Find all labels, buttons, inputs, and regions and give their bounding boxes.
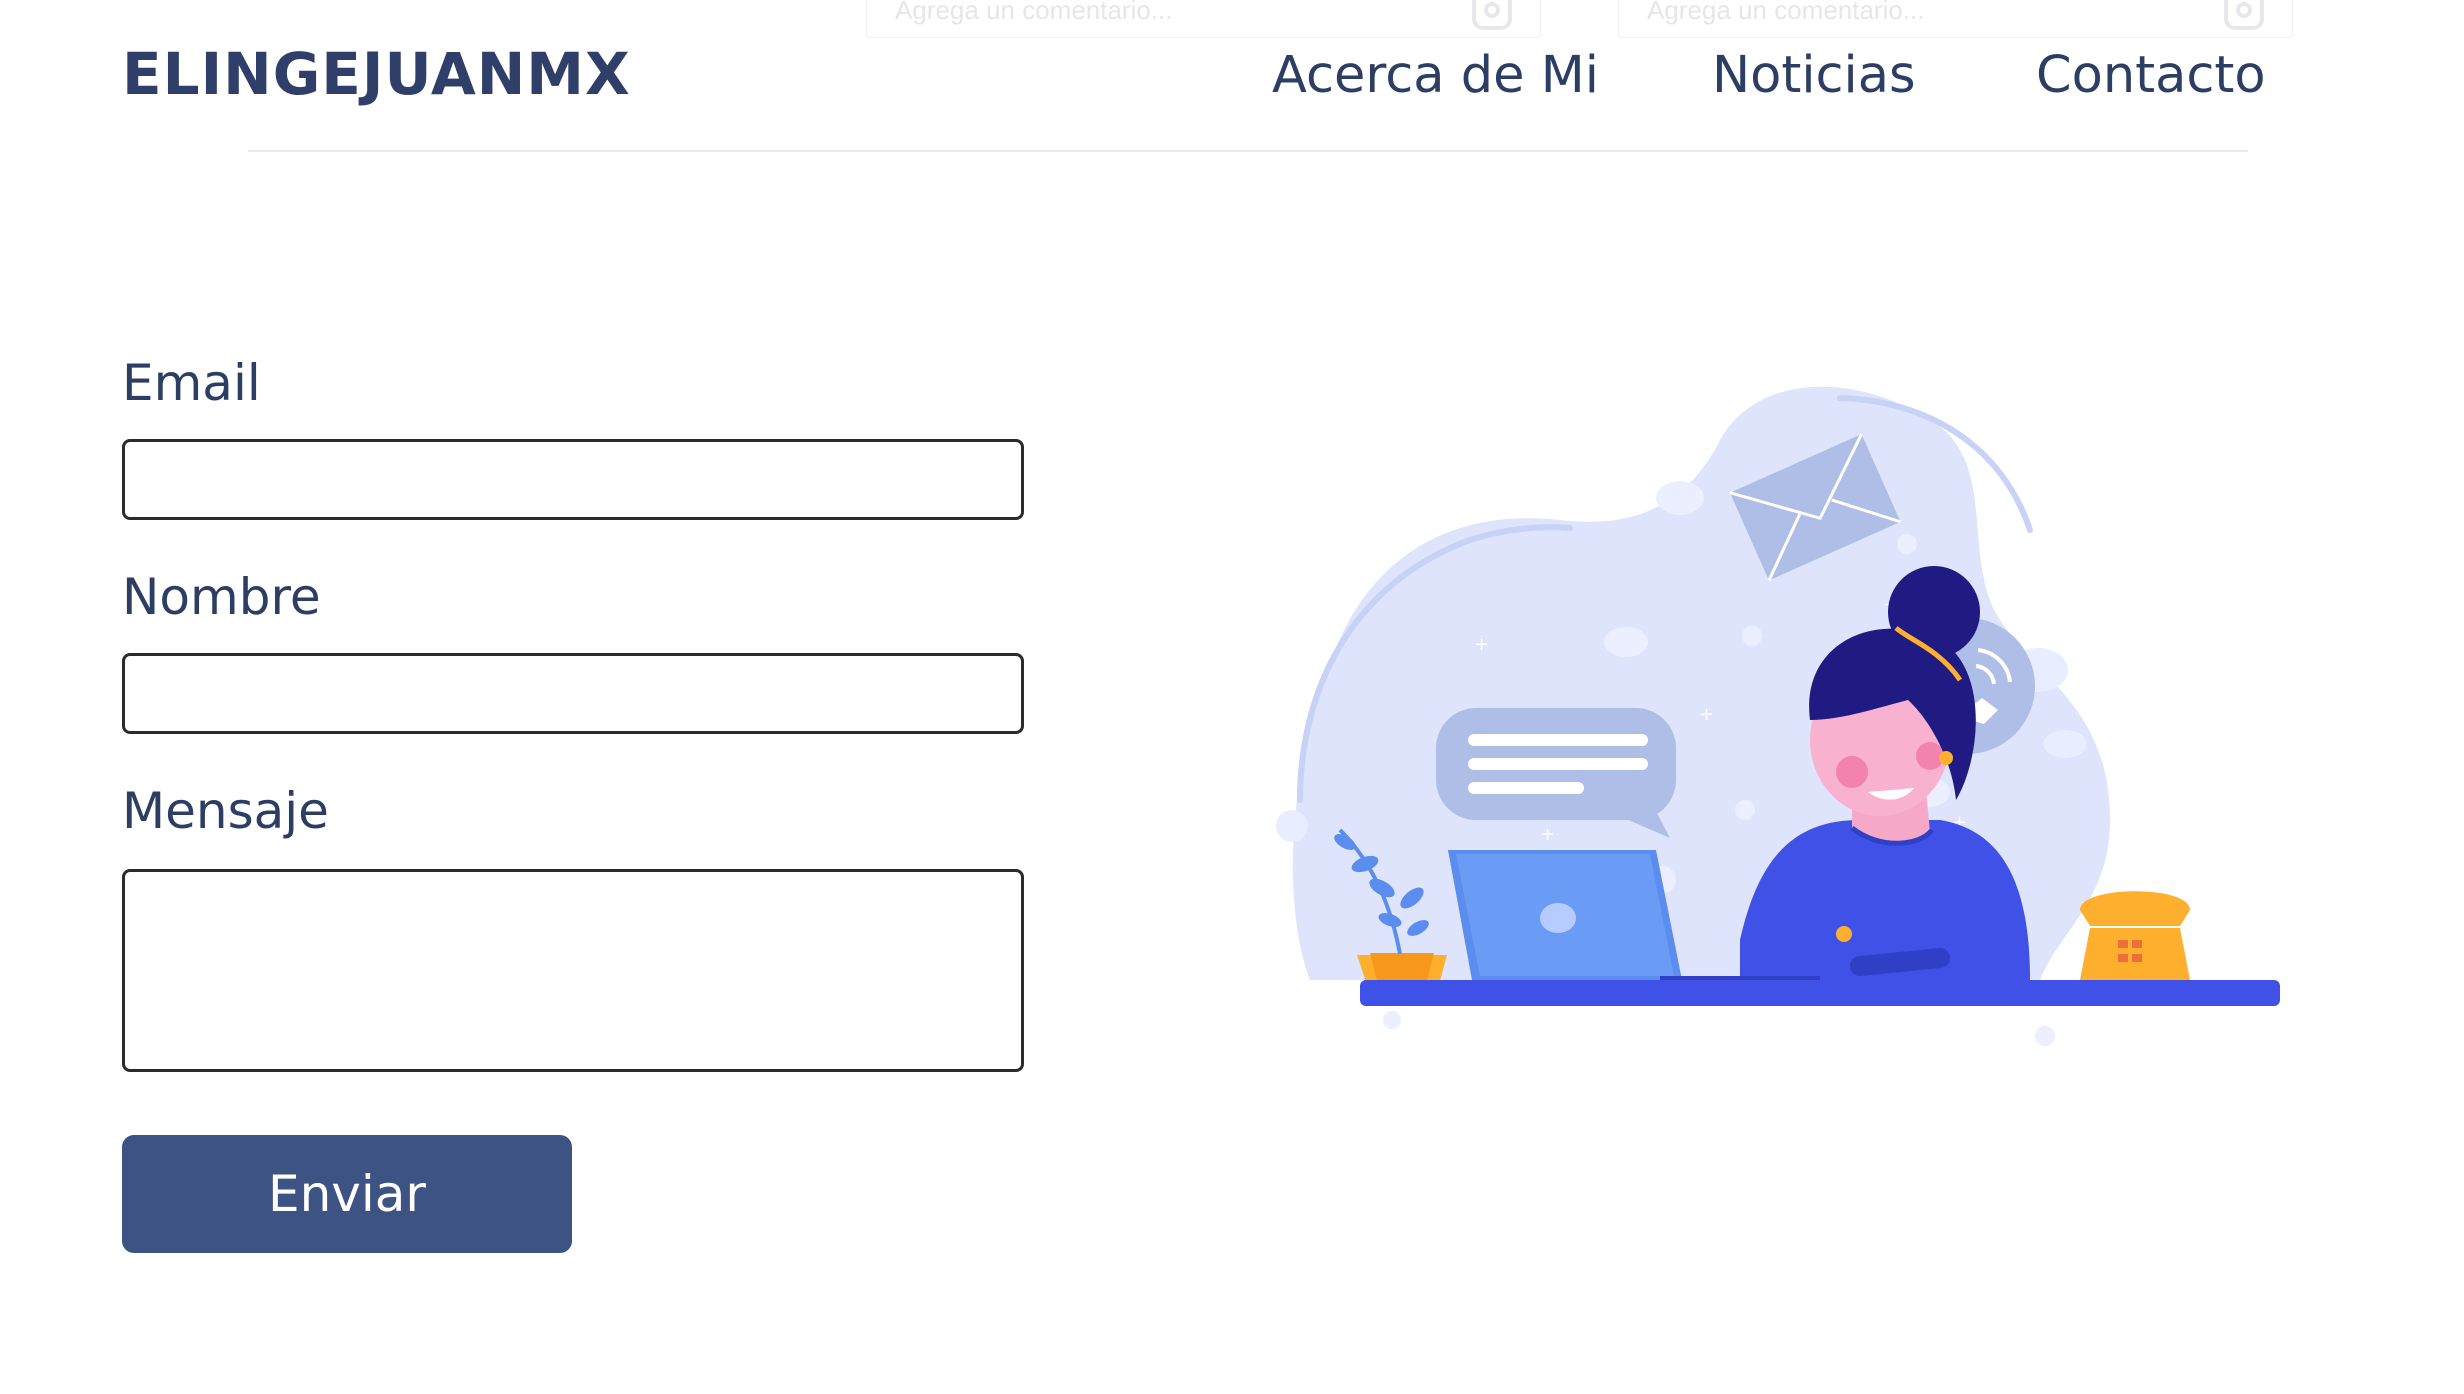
message-field[interactable] xyxy=(122,869,1024,1072)
telephone-icon xyxy=(2080,891,2190,980)
message-label: Mensaje xyxy=(122,782,329,840)
svg-text:+: + xyxy=(1540,824,1555,845)
comment-bar-ghost: Agrega un comentario... xyxy=(866,0,1541,38)
submit-button[interactable]: Enviar xyxy=(122,1135,572,1253)
instagram-icon xyxy=(2224,0,2264,30)
name-label: Nombre xyxy=(122,568,321,626)
site-logo[interactable]: ELINGEJUANMX xyxy=(122,40,631,108)
contact-illustration: + + + + + xyxy=(1276,386,2280,1046)
header-divider xyxy=(248,150,2248,152)
nav-link-about[interactable]: Acerca de Mi xyxy=(1272,46,1599,105)
comment-bar-ghost: Agrega un comentario... xyxy=(1618,0,2293,38)
email-label: Email xyxy=(122,354,261,412)
instagram-icon xyxy=(1472,0,1512,30)
svg-text:+: + xyxy=(1699,704,1714,725)
name-field[interactable] xyxy=(122,653,1024,734)
comment-placeholder: Agrega un comentario... xyxy=(895,0,1173,25)
nav-link-contact[interactable]: Contacto xyxy=(2036,46,2266,105)
comment-placeholder: Agrega un comentario... xyxy=(1647,0,1925,25)
svg-text:+: + xyxy=(1474,634,1489,655)
email-field[interactable] xyxy=(122,439,1024,520)
nav-link-news[interactable]: Noticias xyxy=(1712,46,1916,105)
desk xyxy=(1360,980,2280,1006)
chat-bubble-icon xyxy=(1436,708,1676,838)
